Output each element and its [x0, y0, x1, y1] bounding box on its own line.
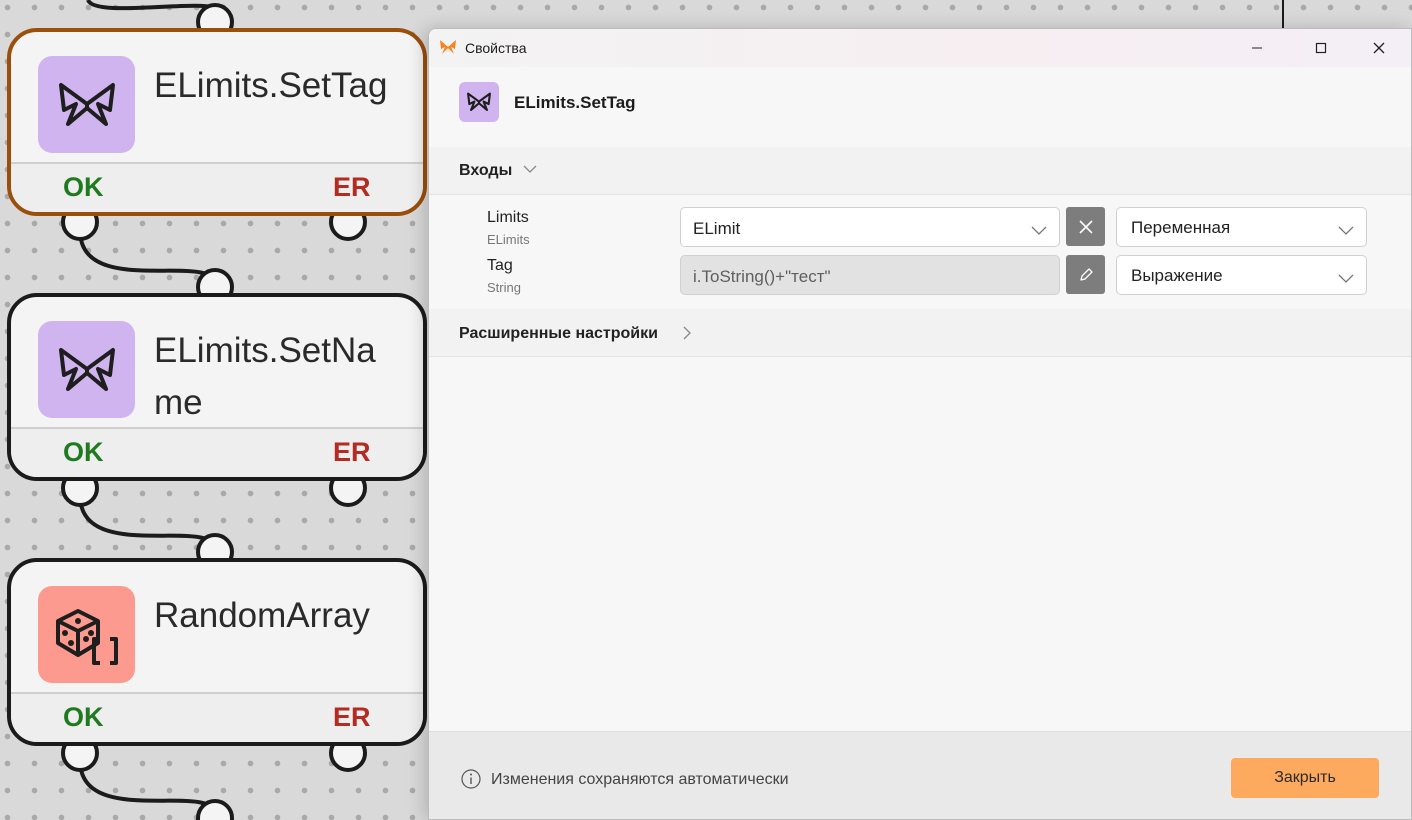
- chevron-down-icon: [1338, 269, 1354, 289]
- dialog-titlebar[interactable]: Свойства: [429, 29, 1411, 67]
- dice-array-icon: [38, 586, 135, 683]
- node-ports: OK ER: [11, 427, 423, 477]
- param-type: ELimits: [487, 232, 530, 247]
- limits-value: ELimit: [693, 219, 741, 238]
- minimize-button[interactable]: [1227, 29, 1287, 67]
- close-icon: [1373, 42, 1385, 54]
- limits-mode: Переменная: [1131, 218, 1231, 237]
- ok-label: OK: [63, 172, 104, 202]
- param-type: String: [487, 280, 521, 295]
- minimize-icon: [1252, 47, 1262, 49]
- chevron-down-icon: [523, 162, 537, 181]
- node-ports: OK ER: [11, 162, 423, 212]
- header-title: ELimits.SetTag: [514, 93, 636, 112]
- chevron-down-icon: [1338, 221, 1354, 241]
- limits-mode-select[interactable]: Переменная: [1116, 207, 1367, 247]
- er-label: ER: [333, 702, 371, 732]
- butterfly-icon: [459, 82, 499, 122]
- butterfly-icon: [38, 56, 135, 153]
- tag-expression: i.ToString()+"тест": [693, 267, 831, 286]
- node-ports: OK ER: [11, 692, 423, 742]
- pencil-icon: [1079, 267, 1093, 281]
- window-close-button[interactable]: [1349, 29, 1409, 67]
- param-name: Limits: [487, 209, 529, 226]
- clear-button[interactable]: [1066, 207, 1105, 246]
- er-label: ER: [333, 172, 371, 202]
- tag-mode: Выражение: [1131, 266, 1223, 285]
- node-title: RandomArray: [154, 596, 370, 635]
- node-title: ELimits.SetTag: [154, 66, 388, 105]
- tag-mode-select[interactable]: Выражение: [1116, 255, 1367, 295]
- node-title: ELimits.SetName: [154, 331, 376, 422]
- edit-expression-button[interactable]: [1066, 255, 1105, 294]
- butterfly-icon: [38, 321, 135, 418]
- dialog-footer: Изменения сохраняются автоматически Закр…: [429, 731, 1411, 819]
- param-name: Tag: [487, 257, 513, 274]
- maximize-icon: [1315, 42, 1327, 54]
- close-button[interactable]: Закрыть: [1231, 758, 1379, 798]
- advanced-section-toggle[interactable]: Расширенные настройки: [429, 309, 1411, 357]
- maximize-button[interactable]: [1291, 29, 1351, 67]
- canvas-wire-fragment: [1282, 0, 1284, 28]
- limits-value-dropdown[interactable]: ELimit: [680, 207, 1060, 247]
- dialog-header: ELimits.SetTag: [429, 67, 1411, 147]
- properties-dialog: Свойства ELimits.SetTag Входы Limits ELi…: [428, 28, 1412, 820]
- info-icon: [461, 769, 481, 794]
- ok-label: OK: [63, 437, 104, 467]
- autosave-note: Изменения сохраняются автоматически: [491, 771, 789, 788]
- node-elimits-settag[interactable]: ELimits.SetTag OK ER: [7, 28, 427, 216]
- app-logo-icon: [439, 39, 457, 60]
- inputs-section-toggle[interactable]: Входы: [429, 147, 1411, 195]
- chevron-right-icon: [681, 326, 693, 345]
- input-port[interactable]: [196, 799, 234, 820]
- inputs-section-label: Входы: [459, 162, 513, 179]
- clear-icon: [1078, 219, 1093, 234]
- chevron-down-icon: [1031, 221, 1047, 241]
- tag-expression-field[interactable]: i.ToString()+"тест": [680, 255, 1060, 295]
- advanced-section-label: Расширенные настройки: [459, 325, 658, 342]
- node-elimits-setname[interactable]: ELimits.SetName OK ER: [7, 293, 427, 481]
- er-label: ER: [333, 437, 371, 467]
- window-title: Свойства: [465, 40, 527, 56]
- ok-label: OK: [63, 702, 104, 732]
- node-randomarray[interactable]: RandomArray OK ER: [7, 558, 427, 746]
